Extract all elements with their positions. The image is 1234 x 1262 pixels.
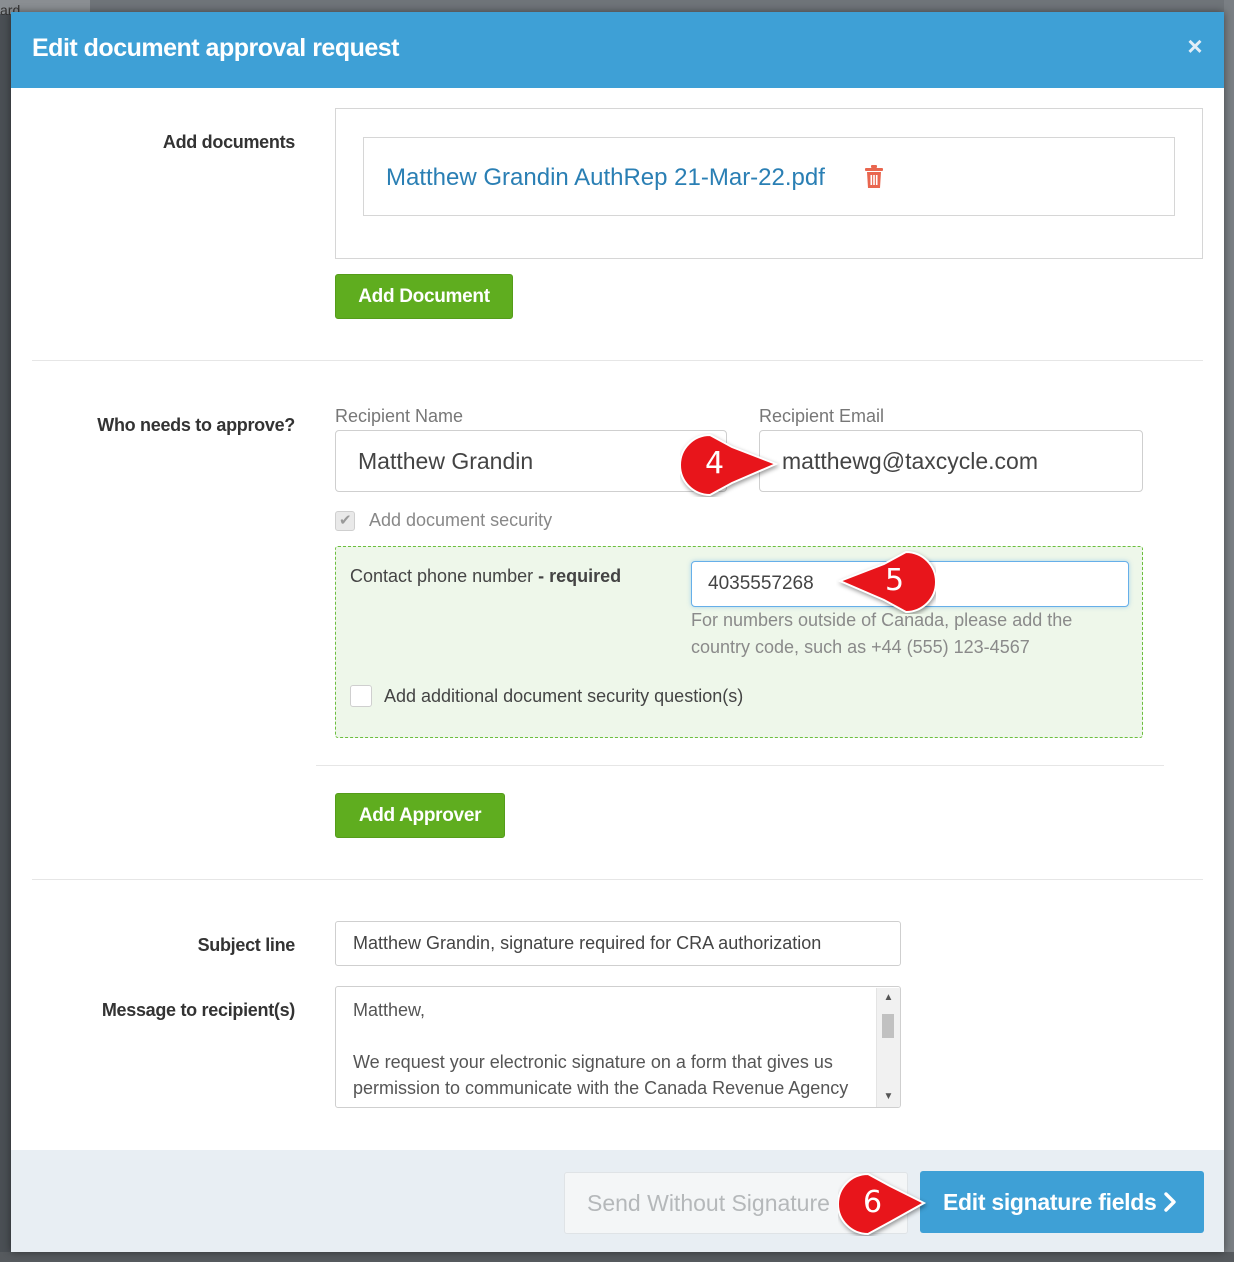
- message-textarea[interactable]: Matthew, We request your electronic sign…: [335, 986, 901, 1108]
- edit-signature-fields-button[interactable]: Edit signature fields: [920, 1171, 1204, 1233]
- scroll-up-arrow[interactable]: ▲: [877, 988, 900, 1008]
- close-icon: ×: [1187, 31, 1203, 61]
- checkmark-icon: ✔: [339, 511, 352, 529]
- callout-badge-icon: [679, 433, 779, 497]
- security-question-row[interactable]: Add additional document security questio…: [350, 685, 743, 707]
- background-bottom-panel: [0, 1252, 1234, 1262]
- step-callout-4: 4: [679, 433, 779, 497]
- section-divider: [32, 879, 1203, 880]
- section-divider: [32, 360, 1203, 361]
- document-link[interactable]: Matthew Grandin AuthRep 21-Mar-22.pdf: [386, 164, 825, 192]
- plus-icon: ✚: [414, 848, 430, 869]
- subject-line-input[interactable]: [335, 921, 901, 966]
- security-question-label: Add additional document security questio…: [384, 685, 744, 706]
- phone-label-text: Contact phone number: [350, 566, 534, 586]
- recipient-name-label: Recipient Name: [335, 406, 464, 426]
- add-approver-label: Add Approver: [358, 805, 482, 826]
- subject-line-label: Subject line: [197, 935, 296, 955]
- step-callout-5: 5: [836, 550, 937, 614]
- scroll-down-arrow[interactable]: ▼: [877, 1087, 900, 1107]
- recipient-email-label: Recipient Email: [759, 406, 885, 426]
- add-document-button[interactable]: Add Document ✚: [335, 274, 513, 350]
- required-marker: - required: [533, 566, 622, 586]
- recipient-name-input[interactable]: [335, 430, 727, 492]
- security-panel: Contact phone number - required For numb…: [335, 546, 1143, 738]
- add-approver-button[interactable]: Add Approver ✚: [335, 793, 505, 869]
- callout-badge-icon: [837, 1172, 927, 1236]
- phone-label: Contact phone number - required: [350, 566, 621, 587]
- callout-number: 4: [705, 446, 725, 481]
- document-item: Matthew Grandin AuthRep 21-Mar-22.pdf: [363, 137, 1175, 216]
- approval-request-dialog: Edit document approval request × Add doc…: [11, 12, 1224, 1252]
- message-scrollbar[interactable]: ▲ ▼: [876, 988, 900, 1107]
- dialog-header: Edit document approval request ×: [11, 12, 1224, 88]
- recipient-email-input[interactable]: [759, 430, 1143, 492]
- trash-icon[interactable]: [864, 165, 884, 189]
- who-approves-label: Who needs to approve?: [97, 415, 295, 435]
- message-text: Matthew, We request your electronic sign…: [353, 1000, 849, 1098]
- add-document-label: Add Document: [358, 286, 490, 307]
- dialog-footer: Send Without Signature Edit signature fi…: [11, 1150, 1224, 1252]
- chevron-right-icon: [1164, 1192, 1176, 1212]
- add-documents-label: Add documents: [162, 132, 295, 152]
- step-callout-6: 6: [837, 1172, 927, 1236]
- plus-icon: ✚: [418, 329, 434, 350]
- callout-number: 5: [885, 563, 905, 598]
- dialog-title: Edit document approval request: [32, 34, 400, 62]
- document-security-label: Add document security: [369, 510, 553, 530]
- document-security-checkbox[interactable]: ✔: [335, 510, 355, 531]
- callout-number: 6: [863, 1185, 883, 1220]
- security-question-checkbox[interactable]: [350, 685, 372, 707]
- background-right-panel: [1224, 0, 1234, 1262]
- edit-signature-fields-label: Edit signature fields: [943, 1188, 1157, 1215]
- close-button[interactable]: ×: [1179, 30, 1211, 62]
- documents-container: Matthew Grandin AuthRep 21-Mar-22.pdf: [335, 108, 1203, 259]
- message-label: Message to recipient(s): [101, 1000, 295, 1020]
- approver-divider: [316, 765, 1164, 766]
- document-security-row[interactable]: ✔ Add document security: [335, 510, 552, 531]
- scroll-thumb[interactable]: [882, 1014, 894, 1038]
- phone-help-text: For numbers outside of Canada, please ad…: [691, 610, 1073, 657]
